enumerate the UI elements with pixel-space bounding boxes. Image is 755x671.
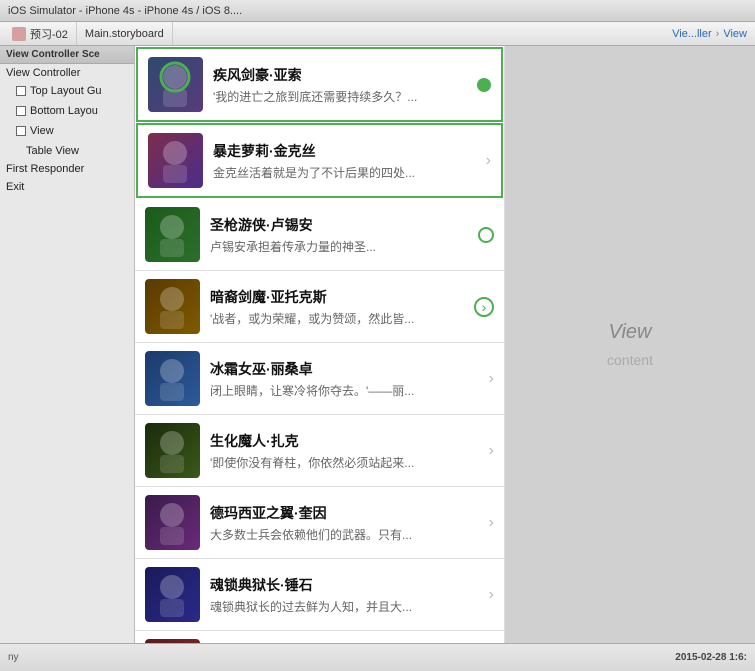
- chevron-icon: ›: [489, 370, 494, 388]
- item-subtitle: 金克丝活着就是为了不计后果的四处...: [213, 164, 482, 181]
- main-content: 疾风剑豪·亚索 '我的进亡之旅到底还需要持续多久？... 暴走萝莉·金克丝金克丝活着…: [135, 46, 755, 643]
- chevron-icon: ›: [489, 442, 494, 460]
- list-item[interactable]: 暴走萝莉·金克丝金克丝活着就是为了不计后果的四处...›: [136, 123, 503, 198]
- chevron-icon: ›: [486, 152, 491, 170]
- avatar: [145, 207, 200, 262]
- list-item[interactable]: 疾风剑豪·亚索 '我的进亡之旅到底还需要持续多久？...: [136, 47, 503, 122]
- bottom-bar: ny 2015-02-28 1:6:: [0, 643, 755, 671]
- sidebar-item-view-controller[interactable]: View Controller: [0, 64, 134, 82]
- list-item[interactable]: 魂锁典狱长·锤石魂锁典狱长的过去鲜为人知，并且大...›: [135, 559, 504, 631]
- item-subtitle: 闭上眼睛，让寒冷将你夺去。'——丽...: [210, 382, 485, 399]
- item-title: 圣枪游侠·卢锡安: [210, 215, 472, 235]
- item-subtitle: '我的进亡之旅到底还需要持续多久？...: [213, 88, 471, 105]
- chevron-icon: ›: [489, 514, 494, 532]
- item-title: 暗裔剑魔·亚托克斯: [210, 287, 468, 307]
- right-panel: View content: [505, 46, 755, 643]
- list-item[interactable]: 皮城执法官·蔚'真遗憾。我有两只拳头，但你的脸上...›: [135, 631, 504, 643]
- view-label: View: [609, 321, 652, 344]
- sidebar-item-table-view[interactable]: Table View: [0, 142, 134, 160]
- avatar: [145, 423, 200, 478]
- badge-chevron-circle: ›: [474, 297, 494, 317]
- avatar: [148, 57, 203, 112]
- item-title: 疾风剑豪·亚索: [213, 65, 471, 85]
- bottom-status: ny: [8, 652, 19, 663]
- avatar: [145, 567, 200, 622]
- window-title: iOS Simulator - iPhone 4s - iPhone 4s / …: [8, 5, 242, 17]
- list-item[interactable]: 圣枪游侠·卢锡安卢锡安承担着传承力量的神圣...: [135, 199, 504, 271]
- bottom-right: 2015-02-28 1:6:: [675, 652, 747, 663]
- chevron-icon: ›: [489, 586, 494, 604]
- breadcrumb-controller[interactable]: Vie...ller: [672, 28, 712, 40]
- avatar: [148, 133, 203, 188]
- sidebar-item-exit[interactable]: Exit: [0, 178, 134, 196]
- item-title: 魂锁典狱长·锤石: [210, 575, 485, 595]
- content-label: content: [607, 352, 653, 368]
- checkbox-view[interactable]: [16, 126, 26, 136]
- list-item[interactable]: 德玛西亚之翼·奎因大多数士兵会依赖他们的武器。只有...›: [135, 487, 504, 559]
- bottom-timestamp: 2015-02-28 1:6:: [675, 652, 747, 663]
- avatar: [145, 351, 200, 406]
- sidebar-item-view[interactable]: View: [0, 122, 134, 142]
- item-subtitle: '战者，或为荣耀，或为赞颂，然此皆...: [210, 310, 468, 327]
- list-item[interactable]: 生化魔人·扎克 '即使你没有脊柱，你依然必须站起来...›: [135, 415, 504, 487]
- item-title: 冰霜女巫·丽桑卓: [210, 359, 485, 379]
- list-item[interactable]: 暗裔剑魔·亚托克斯 '战者，或为荣耀，或为赞颂，然此皆... ›: [135, 271, 504, 343]
- sidebar-header: View Controller Sce: [0, 46, 134, 64]
- item-title: 暴走萝莉·金克丝: [213, 141, 482, 161]
- tab-storyboard[interactable]: Main.storyboard: [77, 22, 173, 45]
- sidebar: View Controller Sce View Controller Top …: [0, 46, 135, 643]
- breadcrumb: Vie...ller › View: [668, 28, 751, 40]
- bottom-left: ny: [8, 652, 19, 663]
- table-list: 疾风剑豪·亚索 '我的进亡之旅到底还需要持续多久？... 暴走萝莉·金克丝金克丝活着…: [135, 46, 505, 643]
- item-subtitle: 卢锡安承担着传承力量的神圣...: [210, 238, 472, 255]
- checkbox-bottom-layout[interactable]: [16, 106, 26, 116]
- item-title: 生化魔人·扎克: [210, 431, 485, 451]
- breadcrumb-view[interactable]: View: [723, 28, 747, 40]
- sidebar-item-top-layout[interactable]: Top Layout Gu: [0, 82, 134, 102]
- item-subtitle: 大多数士兵会依赖他们的武器。只有...: [210, 526, 485, 543]
- list-item[interactable]: 冰霜女巫·丽桑卓闭上眼睛，让寒冷将你夺去。'——丽...›: [135, 343, 504, 415]
- tab-storyboard-label: Main.storyboard: [85, 28, 164, 40]
- badge-circle: [478, 227, 494, 243]
- item-subtitle: '即使你没有脊柱，你依然必须站起来...: [210, 454, 485, 471]
- tab-bar: 预习-02 Main.storyboard Vie...ller › View: [0, 22, 755, 46]
- sidebar-item-first-responder[interactable]: First Responder: [0, 160, 134, 178]
- avatar: [145, 279, 200, 334]
- window-title-bar: iOS Simulator - iPhone 4s - iPhone 4s / …: [0, 0, 755, 22]
- avatar: [145, 495, 200, 550]
- sidebar-item-bottom-layout[interactable]: Bottom Layou: [0, 102, 134, 122]
- item-title: 德玛西亚之翼·奎因: [210, 503, 485, 523]
- badge-dot: [477, 78, 491, 92]
- tab-file[interactable]: 预习-02: [4, 22, 77, 45]
- tab-file-label: 预习-02: [30, 26, 68, 42]
- checkbox-top-layout[interactable]: [16, 86, 26, 96]
- item-subtitle: 魂锁典狱长的过去鲜为人知，并且大...: [210, 598, 485, 615]
